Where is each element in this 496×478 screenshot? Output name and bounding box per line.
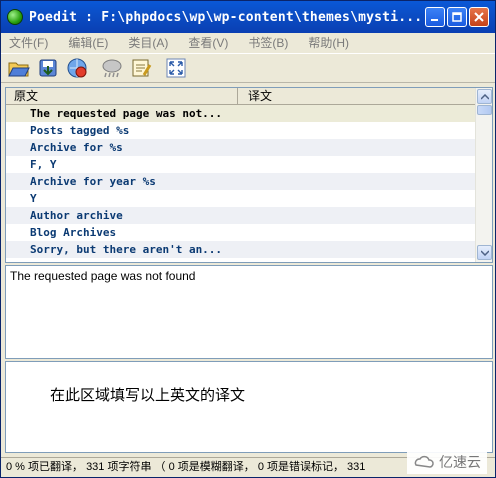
menu-view[interactable]: 查看(V) — [188, 34, 228, 51]
maximize-icon — [452, 12, 462, 22]
list-row[interactable]: Posts tagged %s — [6, 122, 476, 139]
save-button[interactable] — [36, 56, 60, 80]
open-button[interactable] — [7, 56, 31, 80]
list-row[interactable]: Y — [6, 190, 476, 207]
fullscreen-button[interactable] — [164, 56, 188, 80]
chevron-up-icon — [480, 93, 489, 100]
close-button[interactable] — [469, 7, 489, 27]
minimize-button[interactable] — [425, 7, 445, 27]
list-rows: The requested page was not... Posts tagg… — [6, 105, 476, 258]
column-header-original[interactable]: 原文 — [6, 88, 238, 105]
list-header: 原文 译文 — [6, 88, 476, 105]
minimize-icon — [431, 19, 438, 21]
column-header-translation[interactable]: 译文 — [242, 88, 476, 105]
comment-button[interactable] — [129, 56, 153, 80]
source-text: The requested page was not found — [10, 269, 196, 283]
window-controls — [425, 7, 489, 27]
watermark: 亿速云 — [407, 450, 487, 474]
fuzzy-toggle-button[interactable] — [100, 56, 124, 80]
comment-icon — [132, 59, 152, 77]
list-row[interactable]: F, Y — [6, 156, 476, 173]
scroll-up-button[interactable] — [477, 89, 492, 104]
save-icon — [39, 59, 57, 77]
menu-bookmarks[interactable]: 书签(B) — [248, 34, 288, 51]
translation-hint-annotation: 在此区域填写以上英文的译文 — [50, 386, 246, 404]
list-vertical-scrollbar[interactable] — [475, 88, 492, 262]
list-row[interactable]: Author archive — [6, 207, 476, 224]
fuzzy-icon — [102, 59, 122, 78]
list-row[interactable]: Archive for year %s — [6, 173, 476, 190]
open-folder-icon — [8, 62, 30, 77]
toolbar — [1, 53, 495, 83]
yisu-cloud-logo-icon — [414, 455, 434, 468]
list-row[interactable]: The requested page was not... — [6, 105, 476, 122]
menu-file[interactable]: 文件(F) — [9, 34, 48, 51]
poedit-window: Poedit : F:\phpdocs\wp\wp-content\themes… — [0, 0, 496, 478]
menu-catalog[interactable]: 类目(A) — [128, 34, 168, 51]
update-catalog-button[interactable] — [65, 56, 89, 80]
list-row[interactable]: Archive for %s — [6, 139, 476, 156]
title-bar[interactable]: Poedit : F:\phpdocs\wp\wp-content\themes… — [1, 1, 495, 33]
menu-bar: 文件(F) 编辑(E) 类目(A) 查看(V) 书签(B) 帮助(H) — [1, 33, 495, 51]
poedit-app-icon — [7, 9, 23, 25]
watermark-text: 亿速云 — [439, 454, 481, 470]
scroll-down-button[interactable] — [477, 245, 492, 260]
close-icon — [474, 12, 484, 22]
window-title: Poedit : F:\phpdocs\wp\wp-content\themes… — [29, 9, 423, 25]
update-catalog-icon — [67, 58, 87, 78]
translation-list[interactable]: 原文 译文 The requested page was not... Post… — [5, 87, 493, 263]
menu-edit[interactable]: 编辑(E) — [68, 34, 108, 51]
source-text-panel: The requested page was not found — [5, 265, 493, 359]
scroll-thumb[interactable] — [477, 105, 492, 115]
list-row[interactable]: Blog Archives — [6, 224, 476, 241]
chevron-down-icon — [480, 249, 489, 256]
fullscreen-icon — [166, 58, 186, 78]
maximize-button[interactable] — [447, 7, 467, 27]
status-text: 0 % 项已翻译， 331 项字符串 （ 0 项是模糊翻译， 0 项是错误标记，… — [6, 461, 366, 473]
menu-help[interactable]: 帮助(H) — [308, 34, 349, 51]
translation-input[interactable]: 在此区域填写以上英文的译文 — [5, 361, 493, 453]
list-row[interactable]: Sorry, but there aren't an... — [6, 241, 476, 258]
